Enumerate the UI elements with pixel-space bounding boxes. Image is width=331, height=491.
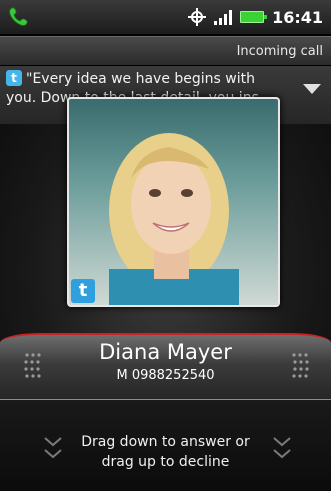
- incoming-call-label: Incoming call: [236, 44, 323, 59]
- drag-grip-left-icon[interactable]: [22, 350, 48, 380]
- twitter-bird-icon: t: [6, 70, 22, 86]
- twitter-icon: t: [71, 279, 95, 303]
- hint-line-2: drag up to decline: [101, 454, 230, 470]
- caller-photo: t: [67, 97, 280, 307]
- incoming-call-header: Incoming call: [0, 36, 331, 65]
- caller-name: Diana Mayer: [99, 340, 232, 364]
- tweet-line-1: "Every idea we have begins with: [26, 71, 256, 87]
- phone-icon: [9, 7, 28, 26]
- gps-icon: [188, 8, 207, 26]
- caller-portrait: [109, 133, 239, 305]
- caller-number: M 0988252540: [116, 368, 215, 383]
- hint-line-1: Drag down to answer or: [81, 434, 250, 450]
- signal-icon: [214, 10, 233, 25]
- status-time: 16:41: [272, 7, 323, 27]
- battery-icon: [240, 11, 268, 23]
- drag-grip-right-icon[interactable]: [285, 350, 311, 380]
- status-bar: 16:41: [0, 0, 331, 34]
- drag-hint-text: Drag down to answer or drag up to declin…: [60, 432, 271, 472]
- expand-arrow-icon[interactable]: [303, 84, 321, 94]
- chevron-down-icon: [273, 437, 291, 459]
